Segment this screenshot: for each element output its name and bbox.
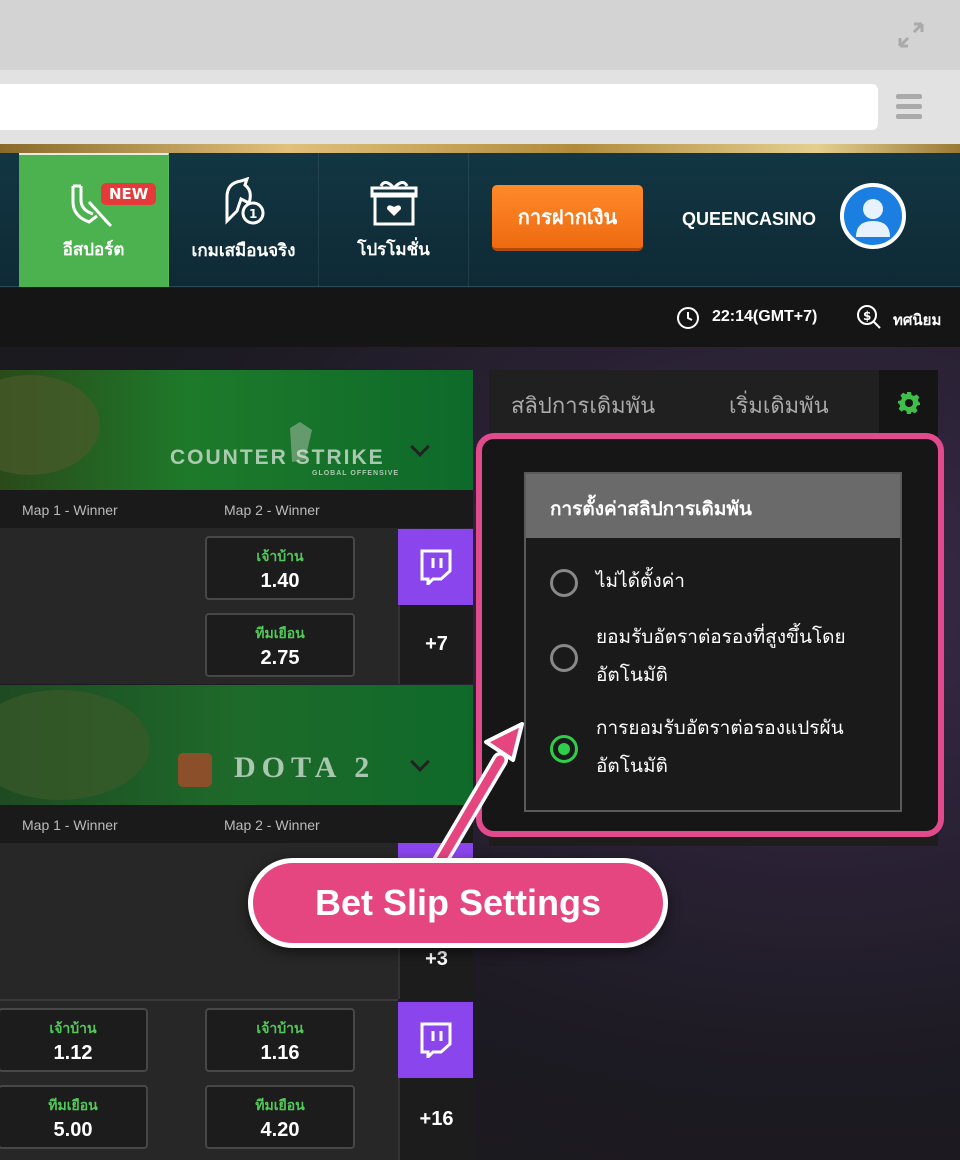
nav-label-promotion: โปรโมชั่น [357,239,430,260]
more-markets-button[interactable]: +7 [398,605,473,684]
svg-text:1: 1 [249,207,257,221]
odds-label: เจ้าบ้าน [49,1021,97,1037]
banner-title: DOTA 2 [234,751,376,784]
tab-bet-slip[interactable]: สลิปการเดิมพัน [511,388,655,423]
odds-label: ทีมเยือน [255,626,305,642]
radio-button[interactable] [550,644,578,672]
match-row: เจ้าบ้าน 1.40 ทีมเยือน 2.75 [0,528,398,684]
game-banner-cs[interactable]: COUNTER STRIKE GLOBAL OFFENSIVE [0,370,473,490]
odds-value: 1.16 [260,1042,300,1064]
address-bar[interactable] [0,84,878,130]
market-label: Map 1 - Winner [22,502,118,518]
banner-art [0,690,212,800]
twitch-icon [420,1022,451,1058]
nav-label-virtual: เกมเสมือนจริง [191,240,296,261]
radio-button-selected[interactable] [550,735,578,763]
info-bar: 22:14(GMT+7) $ ทศนิยม [0,288,960,347]
market-label: Map 2 - Winner [224,817,320,833]
odds-button[interactable]: เจ้าบ้าน 1.40 [205,536,355,600]
tab-start-betting[interactable]: เริ่มเดิมพัน [729,388,829,423]
nav-label-esports: อีสปอร์ต [62,239,125,260]
settings-button[interactable] [879,370,938,436]
market-header: Map 1 - Winner Map 2 - Winner [0,805,473,843]
expand-icon[interactable] [896,20,926,50]
option-no-setting[interactable]: ไม่ได้ตั้งค่า [526,562,900,602]
odds-button[interactable]: เจ้าบ้าน 1.16 [205,1008,355,1072]
banner-title: COUNTER STRIKE [170,446,385,469]
odds-button[interactable]: ทีมเยือน 4.20 [205,1085,355,1149]
odds-label: เจ้าบ้าน [256,1021,304,1037]
market-label: Map 2 - Winner [224,502,320,518]
gift-icon [370,180,417,225]
odds-value: 1.40 [260,570,300,592]
server-time: 22:14(GMT+7) [712,308,818,325]
gear-icon [897,392,920,414]
deposit-button[interactable]: การฝากเงิน [492,185,643,251]
twitch-button[interactable] [398,529,473,605]
svg-text:$: $ [863,309,871,323]
banner-subtitle: GLOBAL OFFENSIVE [312,470,400,477]
odds-button[interactable]: ทีมเยือน 2.75 [205,613,355,677]
option-label: การยอมรับอัตราต่อรองแปรผันอัตโนมัติ [596,717,844,777]
gold-divider [0,144,960,153]
browser-toolbar [0,70,960,144]
odds-button[interactable]: ทีมเยือน 5.00 [0,1085,148,1149]
user-icon [856,199,890,237]
virtual-horse-icon: 1 [225,176,264,225]
settings-title: การตั้งค่าสลิปการเดิมพัน [526,474,900,538]
odds-value: 2.75 [260,647,300,669]
odds-label: ทีมเยือน [48,1098,98,1114]
menu-icon[interactable] [896,94,922,120]
twitch-icon [420,549,451,585]
bet-slip-settings-panel: การตั้งค่าสลิปการเดิมพัน ไม่ได้ตั้งค่า ย… [524,472,902,812]
twitch-button[interactable] [398,1002,473,1078]
market-label: Map 1 - Winner [22,817,118,833]
odds-label: เจ้าบ้าน [256,549,304,565]
browser-titlebar [0,0,960,70]
odds-value: 4.20 [260,1119,300,1141]
odds-value: 1.12 [53,1042,93,1064]
site-header: NEW อีสปอร์ต 1 เกมเสมือนจริง โปรโมชั่น ก… [0,153,960,287]
new-badge: NEW [101,183,157,205]
option-label: ไม่ได้ตั้งค่า [596,570,685,592]
avatar[interactable] [840,183,906,249]
radio-button[interactable] [550,569,578,597]
nav-tab-virtual[interactable]: 1 เกมเสมือนจริง [169,153,319,287]
more-markets-button[interactable]: +16 [398,1078,473,1160]
nav-tab-promotion[interactable]: โปรโมชั่น [319,153,469,287]
option-accept-any-odds[interactable]: การยอมรับอัตราต่อรองแปรผันอัตโนมัติ [526,709,900,789]
nav-tab-esports[interactable]: NEW อีสปอร์ต [19,153,169,287]
username: QUEENCASINO [682,209,817,229]
odds-button[interactable]: เจ้าบ้าน 1.12 [0,1008,148,1072]
option-label: ยอมรับอัตราต่อรองที่สูงขึ้นโดยอัตโนมัติ [596,626,846,686]
option-accept-higher-odds[interactable]: ยอมรับอัตราต่อรองที่สูงขึ้นโดยอัตโนมัติ [526,618,900,698]
clock-icon [677,307,699,329]
odds-value: 5.00 [53,1119,93,1141]
callout-label: Bet Slip Settings [248,858,668,948]
market-header: Map 1 - Winner Map 2 - Winner [0,490,473,528]
game-banner-dota[interactable]: DOTA 2 [0,685,473,805]
banner-art [0,375,312,475]
odds-format-icon[interactable]: $ [856,304,882,330]
row-divider [0,999,398,1001]
odds-label: ทีมเยือน [255,1098,305,1114]
odds-format-label[interactable]: ทศนิยม [893,308,941,332]
bet-slip-tabs: สลิปการเดิมพัน เริ่มเดิมพัน [489,370,938,436]
